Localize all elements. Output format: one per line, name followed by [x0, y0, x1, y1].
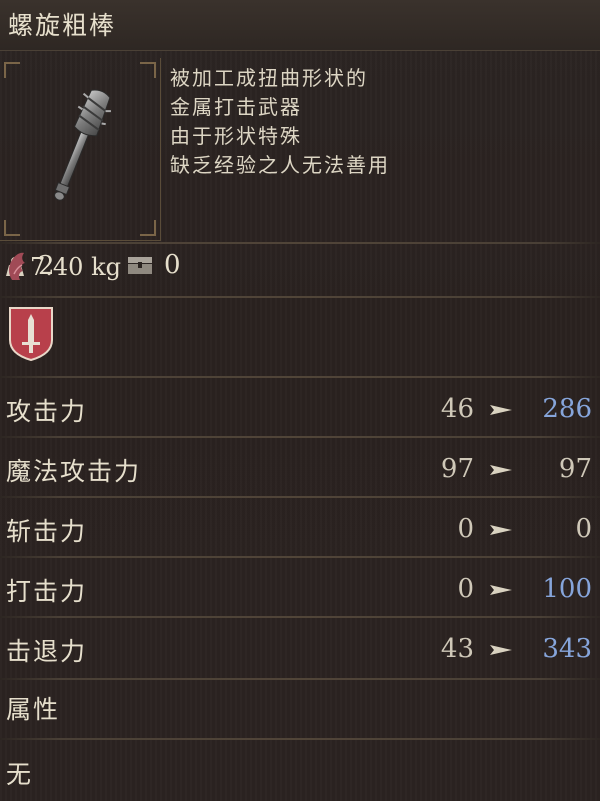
class-badge-row — [0, 300, 600, 372]
stat-new-value: 100 — [542, 574, 592, 604]
owned-count: 2 — [6, 250, 55, 282]
frame-corner — [4, 220, 20, 236]
arrow-right-icon — [490, 585, 512, 595]
owned-count-value: 2 — [38, 251, 55, 281]
arrow-right-icon — [490, 525, 512, 535]
frame-corner — [140, 62, 156, 78]
stat-new-value: 97 — [558, 454, 592, 484]
stat-label: 魔法攻击力 — [6, 457, 142, 486]
stat-current-value: 43 — [440, 634, 474, 664]
stat-new-value: 0 — [575, 514, 592, 544]
divider — [0, 376, 600, 378]
item-image-frame: 7.40 kg — [0, 58, 161, 281]
sword-shield-icon — [9, 307, 53, 362]
title-bar: 螺旋粗棒 — [0, 0, 600, 51]
description-line: 金属打击武器 — [170, 95, 302, 119]
stored-count: 0 — [126, 250, 181, 280]
stat-row-magic-attack: 魔法攻击力 97 97 — [0, 440, 600, 498]
divider — [0, 436, 600, 438]
stat-new-value: 286 — [542, 394, 592, 424]
description-line: 被加工成扭曲形状的 — [170, 66, 368, 90]
divider — [0, 242, 600, 244]
stat-current-value: 46 — [440, 394, 474, 424]
frame-corner — [4, 62, 20, 78]
stat-current-value: 0 — [457, 574, 474, 604]
divider — [0, 678, 600, 680]
arrow-right-icon — [490, 465, 512, 475]
divider — [0, 616, 600, 618]
spiral-club-icon — [54, 89, 111, 201]
stat-label: 攻击力 — [6, 397, 88, 426]
frame-corner — [140, 220, 156, 236]
stat-label: 击退力 — [6, 637, 88, 666]
stat-label: 斩击力 — [6, 517, 88, 546]
stat-label: 打击力 — [6, 577, 88, 606]
arrow-right-icon — [490, 405, 512, 415]
item-name: 螺旋粗棒 — [8, 11, 117, 40]
arrow-right-icon — [490, 645, 512, 655]
stored-count-value: 0 — [164, 250, 181, 280]
item-description: 被加工成扭曲形状的 金属打击武器 由于形状特殊 缺乏经验之人无法善用 — [170, 64, 590, 180]
stat-row-attack: 攻击力 46 286 — [0, 380, 600, 438]
description-line: 缺乏经验之人无法善用 — [170, 153, 390, 177]
stat-new-value: 343 — [542, 634, 592, 664]
stat-row-slash: 斩击力 0 0 — [0, 500, 600, 558]
stat-current-value: 97 — [440, 454, 474, 484]
hand-icon — [9, 252, 25, 280]
description-line: 由于形状特殊 — [170, 124, 302, 148]
counts-row: 2 0 — [0, 246, 600, 292]
chest-icon — [128, 257, 152, 274]
stat-row-knockback: 击退力 43 343 — [0, 620, 600, 678]
item-detail-panel: 螺旋粗棒 7.40 kg 被加工成扭曲形状的 金属打击武器 由于形状特殊 缺乏经… — [0, 0, 600, 801]
stat-current-value: 0 — [457, 514, 474, 544]
attribute-label: 属性 — [6, 695, 61, 724]
divider — [0, 738, 600, 740]
divider — [0, 296, 600, 298]
stat-row-strike: 打击力 0 100 — [0, 560, 600, 618]
attribute-value: 无 — [6, 760, 32, 789]
divider — [0, 556, 600, 558]
divider — [0, 496, 600, 498]
